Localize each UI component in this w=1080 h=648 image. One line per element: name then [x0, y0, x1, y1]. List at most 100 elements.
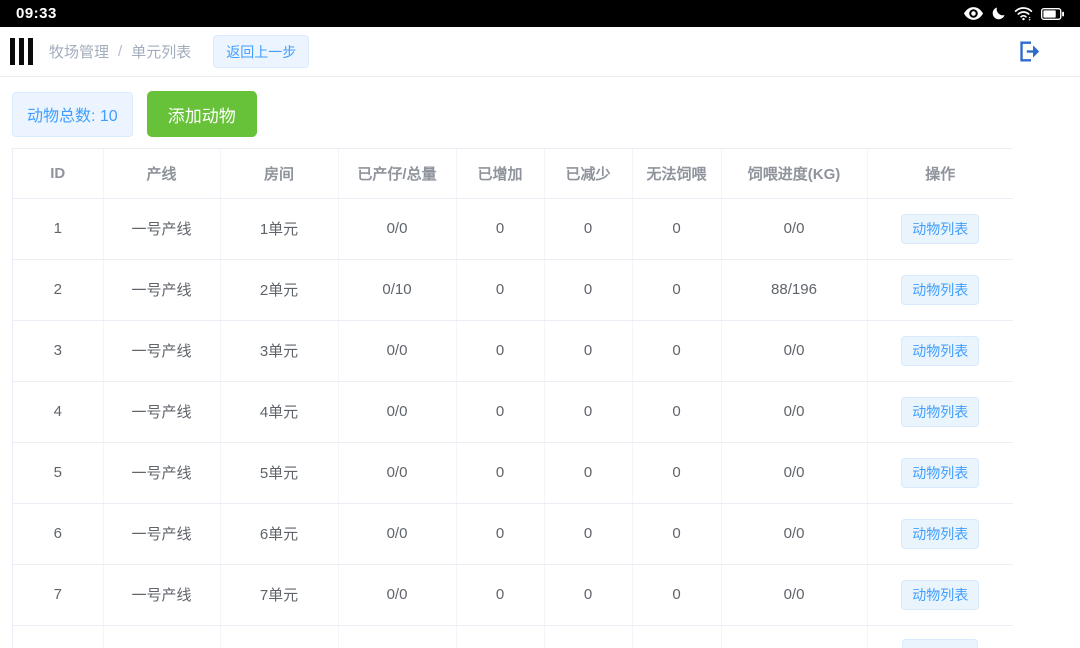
- cell-actions: 动物列表: [867, 442, 1013, 504]
- cell-born-total: 0/0: [338, 198, 457, 260]
- clock-time: 09:33: [16, 5, 57, 22]
- moon-icon: [991, 6, 1006, 21]
- cell-added: 0: [456, 381, 545, 443]
- back-button[interactable]: 返回上一步: [213, 35, 310, 68]
- cell-reduced: 0: [544, 320, 633, 382]
- table-row: 1 一号产线 1单元 0/0 0 0 0 0/0 动物列表: [13, 198, 1013, 260]
- cell-line: 一号产线: [103, 503, 221, 565]
- cell-added: 0: [456, 198, 545, 260]
- cell-unable-feed: 0: [632, 320, 722, 382]
- cell-reduced: 0: [544, 503, 633, 565]
- cell-feed-progress: 0/0: [721, 381, 868, 443]
- cell-unable-feed: 0: [632, 564, 722, 626]
- animal-list-button[interactable]: 动物列表: [901, 579, 980, 610]
- cell-born-total: 0/0: [338, 442, 457, 504]
- status-bar: 09:33: [0, 0, 1080, 27]
- table-row: 3 一号产线 3单元 0/0 0 0 0 0/0 动物列表: [13, 320, 1013, 382]
- header-actions: 操作: [867, 149, 1013, 199]
- cell-id: 1: [13, 198, 104, 260]
- cell-born-total: 0/10: [338, 259, 457, 321]
- cell-unable-feed: 0: [632, 442, 722, 504]
- cell-line: 一号产线: [103, 381, 221, 443]
- eye-icon: [964, 7, 983, 20]
- animal-total-badge: 动物总数: 10: [12, 91, 133, 137]
- cell-feed-progress: 0/0: [721, 320, 868, 382]
- header-room: 房间: [220, 149, 339, 199]
- cell-unable-feed: 0: [632, 503, 722, 565]
- cell-room: 1单元: [220, 198, 339, 260]
- cell-feed-progress: 0/0: [721, 442, 868, 504]
- cell-room: 5单元: [220, 442, 339, 504]
- cell-born-total: [338, 625, 457, 648]
- cell-born-total: 0/0: [338, 320, 457, 382]
- header-id: ID: [13, 149, 104, 199]
- cell-unable-feed: 0: [632, 381, 722, 443]
- cell-reduced: 0: [544, 381, 633, 443]
- cell-id: 5: [13, 442, 104, 504]
- breadcrumb: 牧场管理 / 单元列表: [49, 41, 191, 62]
- header-feed-progress: 饲喂进度(KG): [721, 149, 868, 199]
- cell-unable-feed: 0: [632, 198, 722, 260]
- animal-list-button[interactable]: 动物列表: [901, 518, 980, 549]
- units-table: ID 产线 房间 已产仔/总量 已增加 已减少 无法饲喂 饲喂进度(KG) 操作…: [12, 148, 1013, 648]
- cell-line: 一号产线: [103, 198, 221, 260]
- logout-icon[interactable]: [1015, 38, 1042, 65]
- cell-added: 0: [456, 442, 545, 504]
- header-line: 产线: [103, 149, 221, 199]
- cell-room: 4单元: [220, 381, 339, 443]
- cell-room: 3单元: [220, 320, 339, 382]
- table-row: 5 一号产线 5单元 0/0 0 0 0 0/0 动物列表: [13, 442, 1013, 504]
- cell-born-total: 0/0: [338, 381, 457, 443]
- cell-line: 一号产线: [103, 564, 221, 626]
- animal-list-button[interactable]: 动物列表: [901, 457, 980, 488]
- cell-reduced: 0: [544, 259, 633, 321]
- cell-added: 0: [456, 259, 545, 321]
- cell-born-total: 0/0: [338, 564, 457, 626]
- animal-list-button[interactable]: 动物列表: [901, 213, 980, 244]
- sidebar-toggle-icon[interactable]: [10, 38, 33, 65]
- cell-line: 一号产线: [103, 442, 221, 504]
- cell-unable-feed: 0: [632, 259, 722, 321]
- cell-feed-progress: 88/196: [721, 259, 868, 321]
- cell-actions: 动物列表: [867, 381, 1013, 443]
- status-icons: [964, 6, 1064, 21]
- cell-room: 6单元: [220, 503, 339, 565]
- table-row-partial: [13, 625, 1013, 648]
- cell-added: 0: [456, 503, 545, 565]
- cell-reduced: 0: [544, 198, 633, 260]
- table-header-row: ID 产线 房间 已产仔/总量 已增加 已减少 无法饲喂 饲喂进度(KG) 操作: [13, 149, 1013, 199]
- cell-room: [220, 625, 339, 648]
- add-animal-button[interactable]: 添加动物: [146, 91, 257, 137]
- nav-bar: 牧场管理 / 单元列表 返回上一步: [0, 27, 1080, 77]
- cell-feed-progress: 0/0: [721, 198, 868, 260]
- cell-id: 7: [13, 564, 104, 626]
- animal-list-button[interactable]: [902, 638, 979, 648]
- cell-born-total: 0/0: [338, 503, 457, 565]
- wifi-icon: [1014, 6, 1033, 21]
- cell-actions: 动物列表: [867, 259, 1013, 321]
- header-added: 已增加: [456, 149, 545, 199]
- cell-added: [456, 625, 545, 648]
- animal-list-button[interactable]: 动物列表: [901, 396, 980, 427]
- cell-actions: 动物列表: [867, 320, 1013, 382]
- cell-added: 0: [456, 564, 545, 626]
- cell-reduced: 0: [544, 442, 633, 504]
- table-row: 4 一号产线 4单元 0/0 0 0 0 0/0 动物列表: [13, 381, 1013, 443]
- breadcrumb-item-units: 单元列表: [131, 44, 192, 61]
- cell-actions: 动物列表: [867, 564, 1013, 626]
- header-reduced: 已减少: [544, 149, 633, 199]
- animal-list-button[interactable]: 动物列表: [901, 335, 980, 366]
- breadcrumb-item-farm[interactable]: 牧场管理: [49, 41, 109, 62]
- cell-feed-progress: 0/0: [721, 503, 868, 565]
- table-row: 7 一号产线 7单元 0/0 0 0 0 0/0 动物列表: [13, 564, 1013, 626]
- cell-id: 2: [13, 259, 104, 321]
- animal-list-button[interactable]: 动物列表: [901, 274, 980, 305]
- cell-room: 7单元: [220, 564, 339, 626]
- cell-line: [103, 625, 221, 648]
- battery-icon: [1041, 7, 1064, 20]
- cell-id: [13, 625, 104, 648]
- header-born-total: 已产仔/总量: [338, 149, 457, 199]
- table-row: 6 一号产线 6单元 0/0 0 0 0 0/0 动物列表: [13, 503, 1013, 565]
- cell-feed-progress: [721, 625, 868, 648]
- cell-added: 0: [456, 320, 545, 382]
